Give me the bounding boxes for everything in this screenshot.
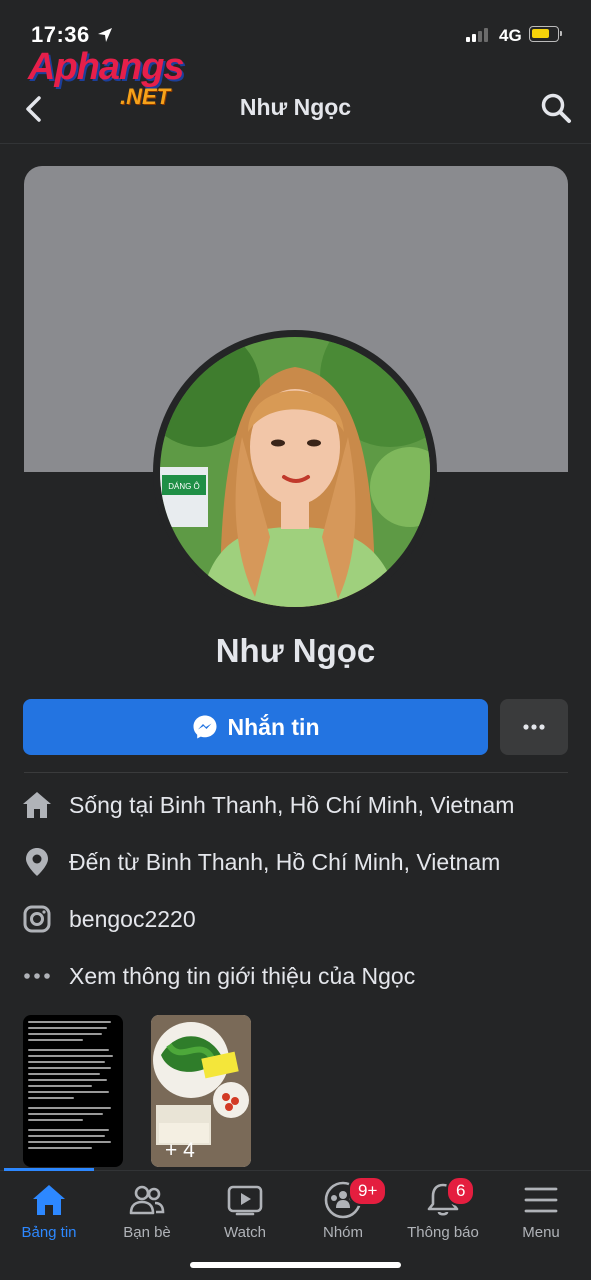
info-from: Đến từ Binh Thanh, Hồ Chí Minh, Vietnam — [22, 842, 582, 882]
messenger-icon — [193, 715, 216, 739]
search-icon[interactable] — [540, 92, 572, 124]
tab-groups[interactable]: 9+ Nhóm — [294, 1176, 392, 1241]
groups-icon: 9+ — [294, 1176, 392, 1220]
info-text: Sống tại Binh Thanh, Hồ Chí Minh, Vietna… — [69, 791, 515, 818]
tab-label: Nhóm — [322, 1224, 363, 1241]
tab-notifications[interactable]: 6 Thông báo — [394, 1176, 492, 1241]
tab-label: Bảng tin — [21, 1224, 77, 1241]
profile-avatar[interactable]: DÁNG Ô — [160, 337, 430, 607]
more-options-button[interactable] — [500, 699, 568, 755]
network-type: 4G — [499, 26, 522, 45]
more-photos-count: + 4 — [165, 1139, 195, 1162]
photo-thumbnail[interactable] — [23, 1015, 123, 1167]
see-about-link[interactable]: Xem thông tin giới thiệu của Ngọc — [69, 963, 415, 990]
battery-icon — [529, 26, 562, 42]
home-icon — [22, 790, 52, 820]
message-button[interactable]: Nhắn tin — [23, 699, 488, 755]
active-tab-indicator — [4, 1168, 94, 1171]
home-tab-icon — [0, 1180, 98, 1220]
tab-news-feed[interactable]: Bảng tin — [0, 1180, 98, 1241]
top-nav-bar: Như Ngọc — [0, 80, 591, 140]
page-title: Như Ngọc — [239, 94, 352, 120]
groups-badge: 9+ — [348, 1176, 388, 1206]
info-instagram[interactable]: bengoc2220 — [22, 899, 582, 939]
section-divider — [24, 772, 568, 773]
tab-label: Menu — [522, 1224, 560, 1241]
tab-label: Bạn bè — [123, 1224, 171, 1241]
signal-icon — [466, 28, 488, 42]
friends-icon — [98, 1180, 196, 1220]
home-indicator — [190, 1262, 401, 1268]
tab-menu[interactable]: Menu — [492, 1180, 590, 1241]
photo-thumbnail-more[interactable]: + 4 — [151, 1015, 251, 1167]
more-dots-icon — [22, 961, 52, 991]
bell-icon: 6 — [394, 1176, 492, 1220]
location-pin-icon — [22, 847, 52, 877]
message-button-label: Nhắn tin — [227, 713, 320, 740]
instagram-handle[interactable]: bengoc2220 — [69, 906, 196, 933]
avatar-sign-text: DÁNG Ô — [168, 482, 200, 491]
tab-label: Watch — [224, 1224, 266, 1241]
more-dots-icon — [523, 724, 545, 730]
status-time: 17:36 — [31, 22, 90, 47]
instagram-icon — [22, 904, 52, 934]
tab-watch[interactable]: Watch — [196, 1180, 294, 1241]
profile-name: Như Ngọc — [215, 632, 376, 669]
info-lives-in: Sống tại Binh Thanh, Hồ Chí Minh, Vietna… — [22, 785, 582, 825]
info-see-about[interactable]: Xem thông tin giới thiệu của Ngọc — [22, 956, 582, 996]
menu-icon — [492, 1180, 590, 1220]
header-divider — [0, 143, 591, 144]
notifications-badge: 6 — [446, 1176, 476, 1206]
location-arrow-icon — [98, 28, 112, 42]
tab-label: Thông báo — [407, 1224, 479, 1241]
watch-icon — [196, 1180, 294, 1220]
tab-friends[interactable]: Bạn bè — [98, 1180, 196, 1241]
info-text: Đến từ Binh Thanh, Hồ Chí Minh, Vietnam — [69, 848, 501, 875]
